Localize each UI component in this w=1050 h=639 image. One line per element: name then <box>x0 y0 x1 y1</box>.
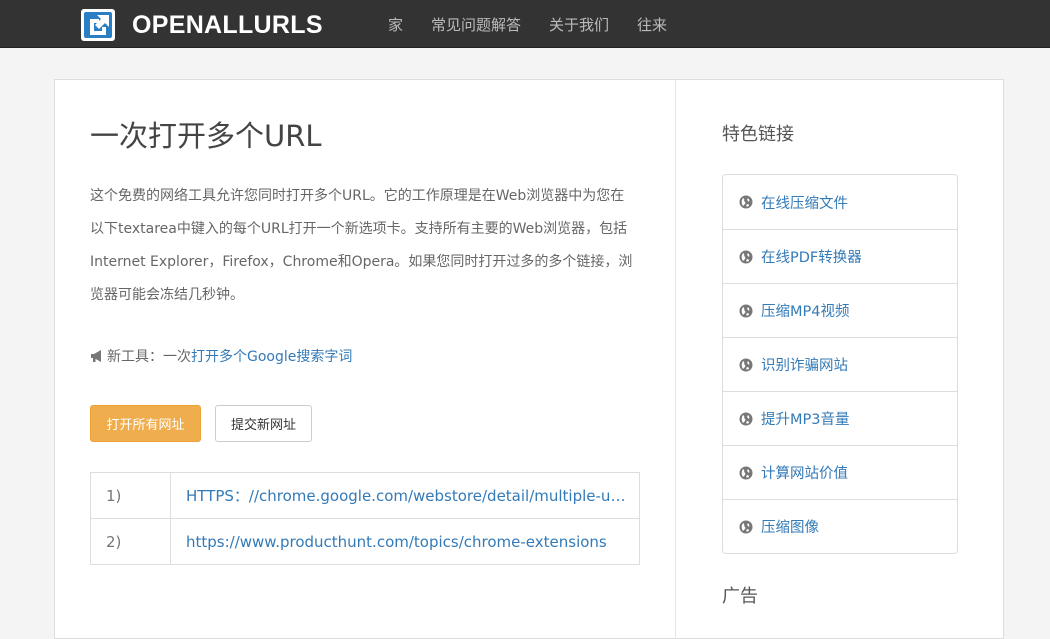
bullhorn-icon <box>91 350 101 362</box>
url-table: 1) HTTPS：//chrome.google.com/webstore/de… <box>90 472 640 565</box>
top-navbar: OPENALLURLS 家 常见问题解答 关于我们 往来 <box>0 0 1050 48</box>
globe-icon <box>739 250 753 263</box>
new-tool-prefix: 新工具：一次 <box>107 349 191 365</box>
brand-name: OPENALLURLS <box>132 10 323 39</box>
nav-faq[interactable]: 常见问题解答 <box>417 14 535 35</box>
featured-link-label: 压缩图像 <box>761 520 819 536</box>
featured-link-label: 识别诈骗网站 <box>761 358 848 374</box>
featured-link-compress-files[interactable]: 在线压缩文件 <box>723 175 957 229</box>
nav-home[interactable]: 家 <box>374 14 417 35</box>
featured-links-list: 在线压缩文件 在线PDF转换器 压缩MP4视频 识别诈骗网站 提升MP3音量 计… <box>722 174 958 554</box>
featured-link-site-value[interactable]: 计算网站价值 <box>723 445 957 499</box>
nav-about[interactable]: 关于我们 <box>535 14 623 35</box>
featured-link-label: 在线压缩文件 <box>761 195 848 212</box>
page-title: 一次打开多个URL <box>90 119 322 153</box>
globe-icon <box>739 358 753 371</box>
globe-icon <box>739 195 753 209</box>
open-all-urls-button[interactable]: 打开所有网址 <box>90 405 201 442</box>
featured-link-compress-image[interactable]: 压缩图像 <box>723 499 957 553</box>
featured-links-title: 特色链接 <box>722 124 794 145</box>
column-divider <box>675 80 676 638</box>
nav-links: 家 常见问题解答 关于我们 往来 <box>374 0 681 48</box>
table-row: 1) HTTPS：//chrome.google.com/webstore/de… <box>90 472 640 519</box>
submit-new-url-button[interactable]: 提交新网址 <box>215 405 312 442</box>
brand-link[interactable]: OPENALLURLS <box>80 8 323 42</box>
featured-link-compress-mp4[interactable]: 压缩MP4视频 <box>723 283 957 337</box>
featured-link-label: 计算网站价值 <box>761 466 848 482</box>
new-tool-notice: 新工具：一次 打开多个Google搜索字词 <box>90 346 352 366</box>
ads-title: 广告 <box>722 586 758 607</box>
featured-link-scam-check[interactable]: 识别诈骗网站 <box>723 337 957 391</box>
nav-contact[interactable]: 往来 <box>623 14 681 35</box>
globe-icon <box>739 520 753 533</box>
featured-link-label: 压缩MP4视频 <box>761 304 850 320</box>
featured-link-label: 在线PDF转换器 <box>761 250 862 266</box>
featured-link-mp3-volume[interactable]: 提升MP3音量 <box>723 391 957 445</box>
url-number: 1) <box>90 472 171 519</box>
url-link[interactable]: https://www.producthunt.com/topics/chrom… <box>170 518 640 565</box>
url-number: 2) <box>90 518 171 565</box>
main-container: 一次打开多个URL 这个免费的网络工具允许您同时打开多个URL。它的工作原理是在… <box>54 79 1004 639</box>
logo-icon <box>81 9 115 41</box>
new-tool-link[interactable]: 打开多个Google搜索字词 <box>191 346 352 366</box>
globe-icon <box>739 412 753 425</box>
url-link[interactable]: HTTPS：//chrome.google.com/webstore/detai… <box>170 472 640 519</box>
globe-icon <box>739 466 753 479</box>
intro-text: 这个免费的网络工具允许您同时打开多个URL。它的工作原理是在Web浏览器中为您在… <box>90 188 633 303</box>
table-row: 2) https://www.producthunt.com/topics/ch… <box>90 518 640 565</box>
globe-icon <box>739 304 753 317</box>
featured-link-label: 提升MP3音量 <box>761 412 850 428</box>
featured-link-pdf-converter[interactable]: 在线PDF转换器 <box>723 229 957 283</box>
